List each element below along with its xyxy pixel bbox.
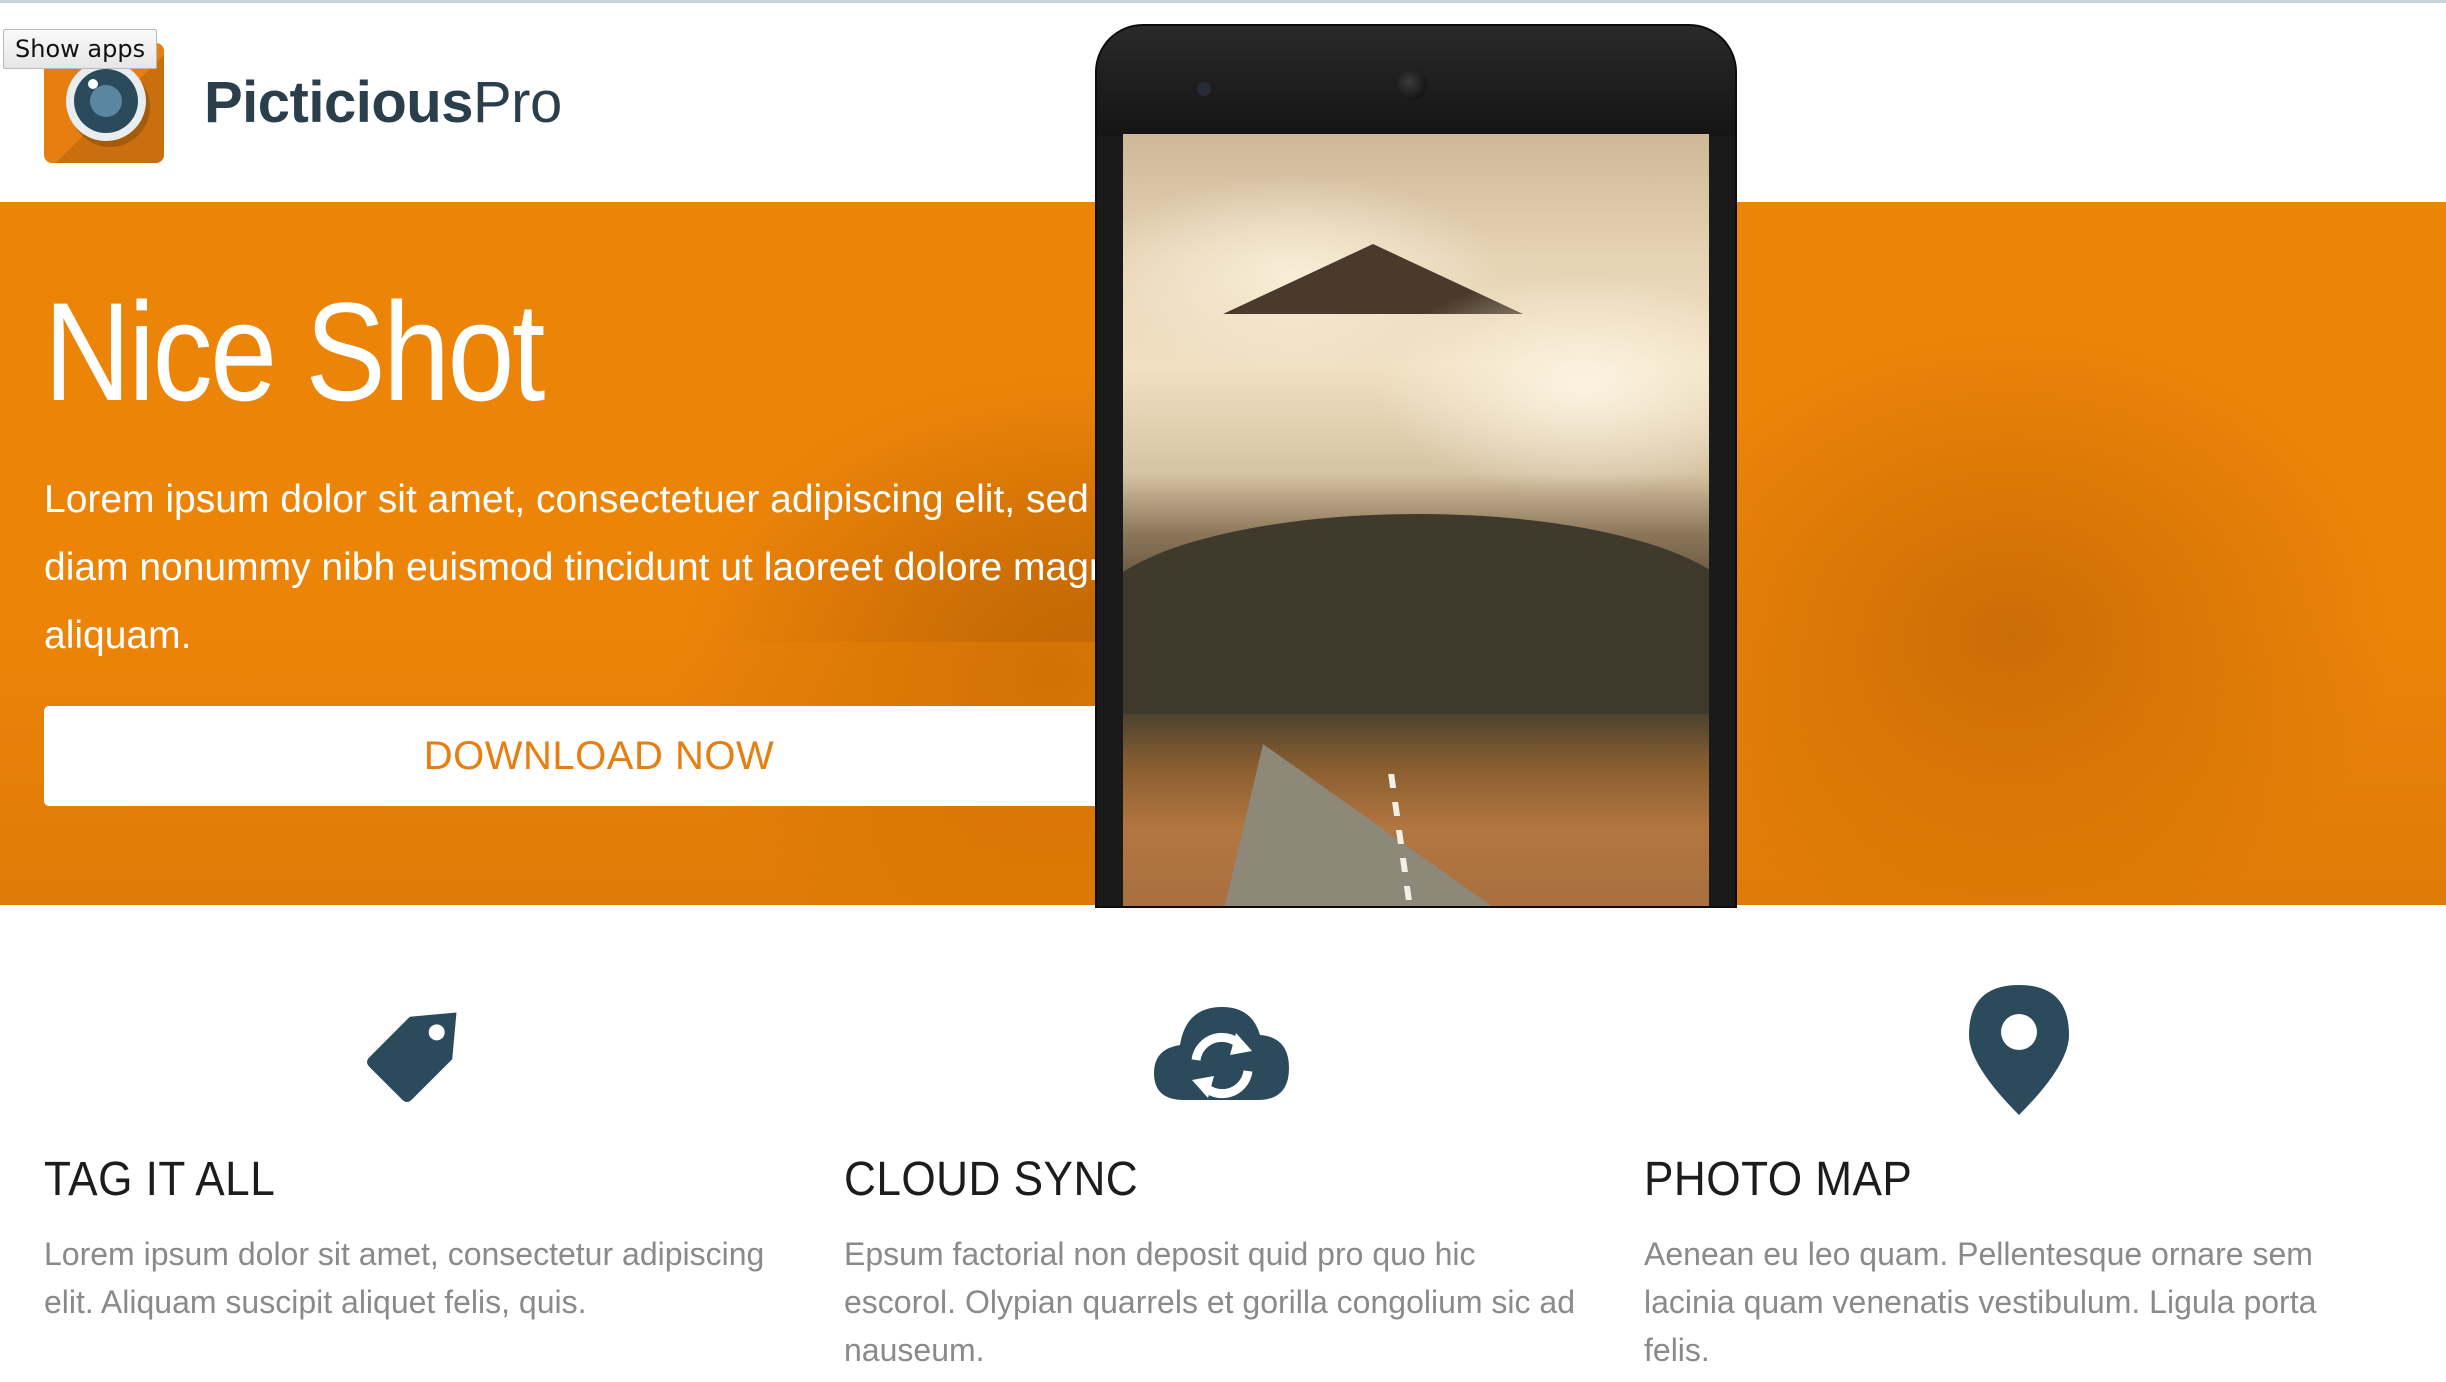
phone-screen-photo: [1123, 134, 1709, 906]
phone-mockup: [1097, 26, 1735, 906]
cloud-sync-icon: [1154, 1007, 1289, 1100]
feature-description: Lorem ipsum dolor sit amet, consectetur …: [44, 1236, 765, 1320]
camera-lens-icon: [66, 61, 146, 141]
hero-description-line: diam nonummy nibh euismod tincidunt ut l…: [44, 546, 1104, 589]
phone-sensor: [1197, 82, 1211, 96]
show-apps-button[interactable]: Show apps: [3, 29, 158, 69]
hero-description: Lorem ipsum dolor sit amet, consectetuer…: [44, 466, 1104, 676]
feature-description: Epsum factorial non deposit quid pro quo…: [844, 1236, 1576, 1368]
phone-camera: [1397, 70, 1427, 100]
feature-title: PHOTO MAP: [1644, 1153, 1913, 1206]
brand-name-bold: Picticious: [204, 70, 473, 135]
hero-title: Nice Shot: [44, 273, 545, 430]
hero-description-line: Lorem ipsum dolor sit amet, consectetuer…: [44, 478, 1089, 521]
map-pin-icon: [1969, 985, 2069, 1115]
feature-description: Aenean eu leo quam. Pellentesque ornare …: [1644, 1236, 2317, 1368]
tag-icon: [367, 1012, 457, 1102]
hero-description-line: aliquam.: [44, 614, 192, 657]
brand-name[interactable]: PicticiousPro: [204, 63, 562, 143]
feature-title: TAG IT ALL: [44, 1153, 276, 1206]
download-now-button[interactable]: DOWNLOAD NOW: [44, 706, 1154, 806]
brand-name-light: Pro: [472, 70, 562, 135]
feature-title: CLOUD SYNC: [844, 1153, 1139, 1206]
